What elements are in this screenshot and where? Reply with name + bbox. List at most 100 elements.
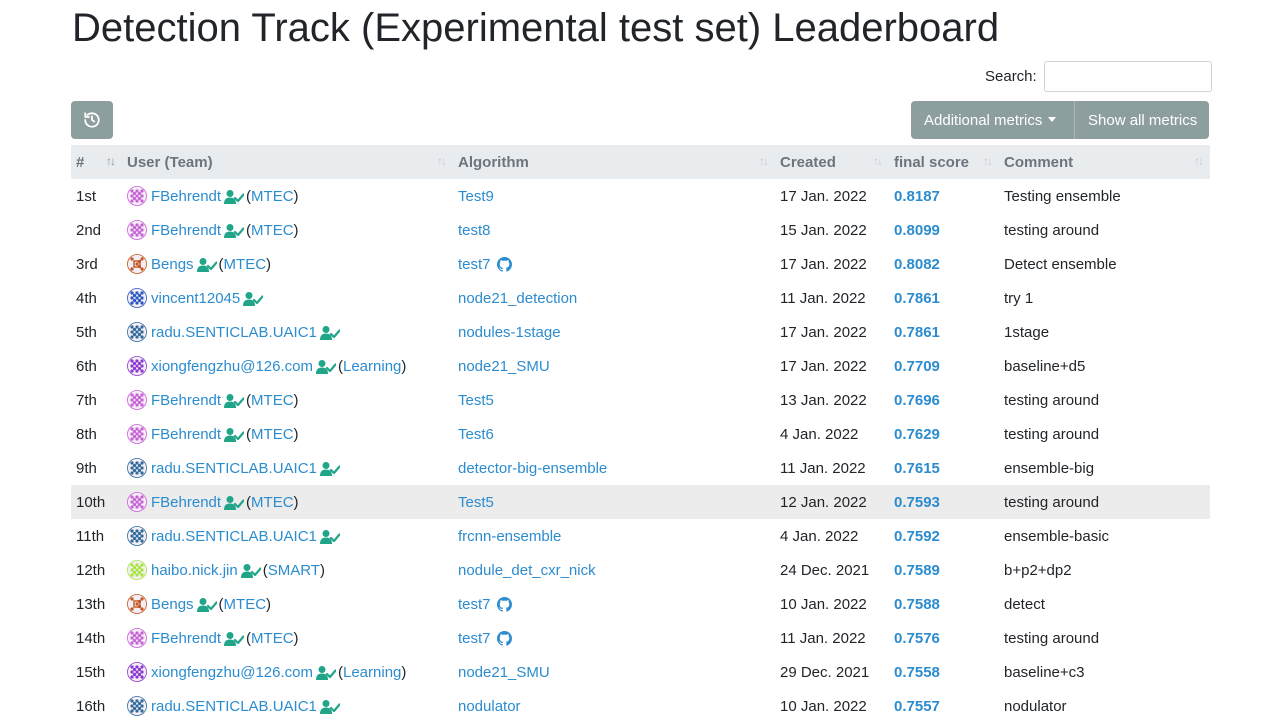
rank-cell: 3rd — [76, 255, 98, 273]
history-button[interactable] — [71, 101, 113, 139]
team-link[interactable]: MTEC — [224, 256, 267, 273]
user-link[interactable]: radu.SENTICLAB.UAIC1 — [151, 460, 317, 477]
header-comment-label: Comment — [1004, 153, 1074, 171]
algorithm-link[interactable]: test8 — [458, 222, 491, 239]
user-link[interactable]: FBehrendt — [151, 494, 221, 511]
user-link[interactable]: radu.SENTICLAB.UAIC1 — [151, 324, 317, 341]
table-row: 12th haibo.nick.jin (SMART) nodule_det_cxr_… — [71, 553, 1210, 587]
user-link[interactable]: Bengs — [151, 596, 194, 613]
score-link[interactable]: 0.7629 — [894, 426, 940, 443]
team-link[interactable]: SMART — [268, 562, 320, 579]
team-link[interactable]: MTEC — [251, 188, 294, 205]
header-created[interactable]: Created ↑↓ — [775, 145, 889, 179]
header-user[interactable]: User (Team) ↑↓ — [122, 145, 453, 179]
final-score-cell: 0.8187 — [889, 179, 999, 213]
team-link[interactable]: Learning — [343, 358, 401, 375]
header-comment[interactable]: Comment ↑↓ — [999, 145, 1210, 179]
team-link[interactable]: MTEC — [251, 494, 294, 511]
user-link[interactable]: FBehrendt — [151, 222, 221, 239]
algorithm-link[interactable]: Test5 — [458, 392, 494, 409]
comment-cell: try 1 — [1004, 289, 1034, 307]
algorithm-link[interactable]: test7 — [458, 256, 491, 273]
user-cell: Bengs (MTEC) — [122, 247, 453, 281]
algorithm-link[interactable]: test7 — [458, 630, 491, 647]
user-avatar-icon — [127, 696, 147, 716]
score-link[interactable]: 0.7557 — [894, 698, 940, 715]
algorithm-link[interactable]: Test5 — [458, 494, 494, 511]
user-link[interactable]: FBehrendt — [151, 392, 221, 409]
verified-user-icon — [319, 530, 340, 544]
score-link[interactable]: 0.7615 — [894, 460, 940, 477]
score-link[interactable]: 0.7589 — [894, 562, 940, 579]
team-paren-close: ) — [319, 562, 325, 579]
github-icon[interactable] — [496, 256, 512, 272]
team-link[interactable]: MTEC — [251, 630, 294, 647]
algorithm-cell: nodule_det_cxr_nick — [453, 553, 775, 587]
search-input[interactable] — [1043, 61, 1212, 92]
algorithm-cell: node21_SMU — [453, 349, 775, 383]
header-algorithm[interactable]: Algorithm ↑↓ — [453, 145, 775, 179]
algorithm-link[interactable]: detector-big-ensemble — [458, 460, 607, 477]
show-all-metrics-button[interactable]: Show all metrics — [1074, 101, 1209, 139]
github-icon[interactable] — [496, 630, 512, 646]
algorithm-cell: test7 — [453, 621, 775, 655]
rank-cell: 2nd — [76, 221, 102, 239]
algorithm-link[interactable]: frcnn-ensemble — [458, 528, 561, 545]
header-final-score[interactable]: final score ↑↓ — [889, 145, 999, 179]
user-link[interactable]: FBehrendt — [151, 188, 221, 205]
header-user-label: User (Team) — [127, 153, 213, 171]
algorithm-link[interactable]: node21_SMU — [458, 664, 550, 681]
algorithm-link[interactable]: node21_detection — [458, 290, 577, 307]
algorithm-link[interactable]: Test6 — [458, 426, 494, 443]
comment-cell: testing around — [1004, 493, 1100, 511]
user-link[interactable]: radu.SENTICLAB.UAIC1 — [151, 528, 317, 545]
verified-user-icon — [224, 496, 245, 510]
user-link[interactable]: radu.SENTICLAB.UAIC1 — [151, 698, 317, 715]
team-link[interactable]: MTEC — [224, 596, 267, 613]
user-link[interactable]: xiongfengzhu@126.com — [151, 358, 313, 375]
verified-user-icon — [316, 666, 336, 680]
team-link[interactable]: MTEC — [251, 392, 294, 409]
algorithm-link[interactable]: nodules-1stage — [458, 324, 561, 341]
user-link[interactable]: haibo.nick.jin — [151, 562, 238, 579]
github-icon[interactable] — [496, 596, 512, 612]
final-score-cell: 0.7592 — [889, 519, 999, 553]
team-link[interactable]: Learning — [343, 664, 401, 681]
algorithm-cell: frcnn-ensemble — [453, 519, 775, 553]
user-link[interactable]: FBehrendt — [151, 426, 221, 443]
score-link[interactable]: 0.7709 — [894, 358, 940, 375]
user-cell: radu.SENTICLAB.UAIC1 — [122, 689, 453, 720]
user-cell: FBehrendt (MTEC) — [122, 213, 453, 247]
score-link[interactable]: 0.8099 — [894, 222, 940, 239]
user-link[interactable]: xiongfengzhu@126.com — [151, 664, 313, 681]
algorithm-link[interactable]: test7 — [458, 596, 491, 613]
header-rank[interactable]: # ↑↓ — [71, 145, 122, 179]
final-score-cell: 0.8099 — [889, 213, 999, 247]
user-link[interactable]: vincent12045 — [151, 290, 240, 307]
team-link[interactable]: MTEC — [251, 426, 294, 443]
score-link[interactable]: 0.8187 — [894, 188, 940, 205]
score-link[interactable]: 0.8082 — [894, 256, 940, 273]
score-link[interactable]: 0.7592 — [894, 528, 940, 545]
algorithm-link[interactable]: Test9 — [458, 188, 494, 205]
user-cell: Bengs (MTEC) — [122, 587, 453, 621]
score-link[interactable]: 0.7861 — [894, 324, 940, 341]
algorithm-link[interactable]: nodulator — [458, 698, 521, 715]
score-link[interactable]: 0.7576 — [894, 630, 940, 647]
score-link[interactable]: 0.7696 — [894, 392, 940, 409]
rank-cell: 4th — [76, 289, 97, 307]
table-row: 3rd Bengs (MTEC) test7 17 Jan. 2022 0.8082 Det… — [71, 247, 1210, 281]
team-link[interactable]: MTEC — [251, 222, 294, 239]
additional-metrics-dropdown[interactable]: Additional metrics — [911, 101, 1074, 139]
created-cell: 4 Jan. 2022 — [780, 425, 859, 443]
algorithm-link[interactable]: nodule_det_cxr_nick — [458, 562, 596, 579]
algorithm-link[interactable]: node21_SMU — [458, 358, 550, 375]
score-link[interactable]: 0.7593 — [894, 494, 940, 511]
score-link[interactable]: 0.7558 — [894, 664, 940, 681]
user-avatar-icon — [127, 458, 147, 478]
user-link[interactable]: Bengs — [151, 256, 194, 273]
score-link[interactable]: 0.7588 — [894, 596, 940, 613]
created-cell: 17 Jan. 2022 — [780, 187, 867, 205]
user-link[interactable]: FBehrendt — [151, 630, 221, 647]
score-link[interactable]: 0.7861 — [894, 290, 940, 307]
